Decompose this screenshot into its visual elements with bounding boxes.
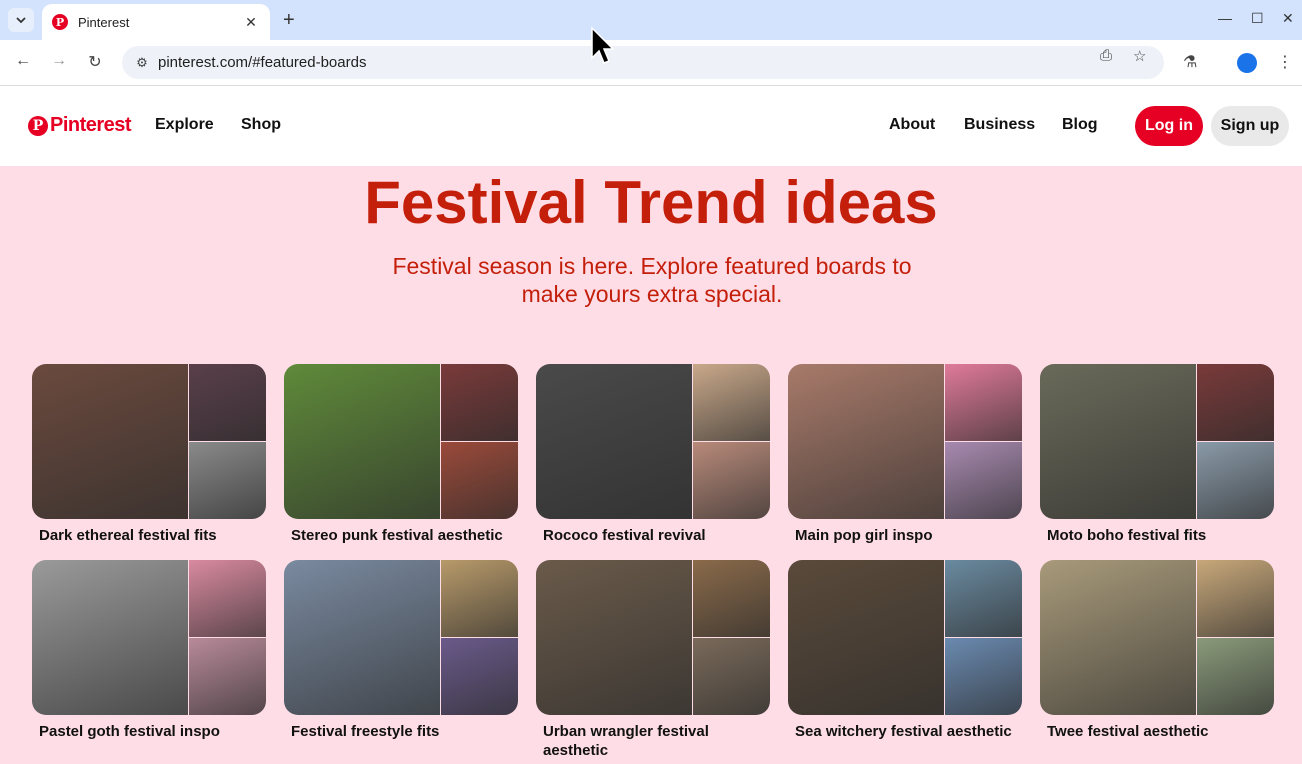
board-title[interactable]: Urban wrangler festival aesthetic bbox=[536, 722, 770, 760]
board-collage[interactable] bbox=[32, 560, 266, 715]
board-collage[interactable] bbox=[536, 560, 770, 715]
profile-avatar[interactable] bbox=[1237, 53, 1257, 73]
board-image-top bbox=[441, 364, 518, 441]
maximize-icon[interactable]: ☐ bbox=[1251, 10, 1264, 27]
browser-tab[interactable]: P Pinterest ✕ bbox=[42, 4, 270, 40]
board-image-bottom bbox=[189, 638, 266, 715]
board-card[interactable]: Pastel goth festival inspo bbox=[32, 560, 266, 741]
board-image-main bbox=[32, 364, 188, 519]
address-bar[interactable]: ⚙ pinterest.com/#featured-boards bbox=[122, 46, 1164, 79]
board-collage[interactable] bbox=[32, 364, 266, 519]
board-title[interactable]: Dark ethereal festival fits bbox=[32, 526, 266, 545]
install-app-icon[interactable]: ⎙ bbox=[1100, 47, 1112, 64]
tab-search-button[interactable] bbox=[8, 8, 34, 32]
board-card[interactable]: Twee festival aesthetic bbox=[1040, 560, 1274, 741]
browser-tab-bar: P Pinterest ✕ + — ☐ ✕ bbox=[0, 0, 1302, 40]
pinterest-logo-icon: P bbox=[28, 115, 48, 136]
reload-icon[interactable]: ↻ bbox=[84, 52, 106, 72]
nav-about[interactable]: About bbox=[889, 116, 935, 134]
pinterest-logo[interactable]: P Pinterest bbox=[28, 114, 132, 137]
board-image-main bbox=[1040, 560, 1196, 715]
login-button[interactable]: Log in bbox=[1135, 106, 1203, 146]
board-collage[interactable] bbox=[536, 364, 770, 519]
menu-kebab-icon[interactable]: ⋮ bbox=[1277, 52, 1293, 72]
back-icon[interactable]: ← bbox=[12, 52, 34, 70]
pinterest-wordmark: Pinterest bbox=[50, 114, 132, 136]
board-image-top bbox=[693, 560, 770, 637]
board-image-main bbox=[788, 364, 944, 519]
board-image-main bbox=[536, 560, 692, 715]
board-title[interactable]: Twee festival aesthetic bbox=[1040, 722, 1274, 741]
nav-shop[interactable]: Shop bbox=[241, 116, 281, 134]
board-image-bottom bbox=[189, 442, 266, 519]
board-card[interactable]: Urban wrangler festival aesthetic bbox=[536, 560, 770, 760]
board-title[interactable]: Festival freestyle fits bbox=[284, 722, 518, 741]
nav-explore[interactable]: Explore bbox=[155, 116, 214, 134]
pinterest-favicon-icon: P bbox=[52, 14, 68, 30]
site-header: P Pinterest Explore Shop About Business … bbox=[0, 86, 1302, 166]
board-collage[interactable] bbox=[1040, 560, 1274, 715]
board-title[interactable]: Main pop girl inspo bbox=[788, 526, 1022, 545]
board-title[interactable]: Moto boho festival fits bbox=[1040, 526, 1274, 545]
signup-button[interactable]: Sign up bbox=[1211, 106, 1289, 146]
board-card[interactable]: Festival freestyle fits bbox=[284, 560, 518, 741]
board-image-bottom bbox=[1197, 638, 1274, 715]
board-image-top bbox=[945, 364, 1022, 441]
window-close-icon[interactable]: ✕ bbox=[1282, 10, 1294, 27]
board-image-main bbox=[1040, 364, 1196, 519]
board-image-main bbox=[536, 364, 692, 519]
board-image-top bbox=[693, 364, 770, 441]
board-image-top bbox=[441, 560, 518, 637]
nav-blog[interactable]: Blog bbox=[1062, 116, 1098, 134]
board-title[interactable]: Rococo festival revival bbox=[536, 526, 770, 545]
bookmark-star-icon[interactable]: ☆ bbox=[1133, 47, 1146, 65]
chevron-down-icon bbox=[16, 17, 26, 24]
forward-icon[interactable]: → bbox=[48, 52, 70, 70]
board-image-main bbox=[788, 560, 944, 715]
board-card[interactable]: Moto boho festival fits bbox=[1040, 364, 1274, 545]
board-collage[interactable] bbox=[284, 364, 518, 519]
board-card[interactable]: Stereo punk festival aesthetic bbox=[284, 364, 518, 545]
board-image-bottom bbox=[1197, 442, 1274, 519]
board-image-top bbox=[1197, 364, 1274, 441]
board-image-top bbox=[1197, 560, 1274, 637]
board-image-bottom bbox=[693, 638, 770, 715]
labs-flask-icon[interactable]: ⚗ bbox=[1183, 52, 1197, 72]
close-tab-icon[interactable]: ✕ bbox=[242, 14, 260, 31]
board-image-main bbox=[284, 364, 440, 519]
nav-business[interactable]: Business bbox=[964, 116, 1035, 134]
board-collage[interactable] bbox=[788, 364, 1022, 519]
board-card[interactable]: Rococo festival revival bbox=[536, 364, 770, 545]
page-subtitle: Festival season is here. Explore feature… bbox=[392, 253, 912, 307]
board-title[interactable]: Sea witchery festival aesthetic bbox=[788, 722, 1022, 741]
page-title: Festival Trend ideas bbox=[364, 169, 938, 236]
minimize-icon[interactable]: — bbox=[1218, 10, 1232, 26]
board-image-main bbox=[284, 560, 440, 715]
featured-boards-section: Festival Trend ideas Festival season is … bbox=[0, 166, 1302, 764]
board-collage[interactable] bbox=[284, 560, 518, 715]
board-image-bottom bbox=[441, 638, 518, 715]
board-collage[interactable] bbox=[788, 560, 1022, 715]
site-info-icon[interactable]: ⚙ bbox=[132, 55, 152, 71]
new-tab-icon[interactable]: + bbox=[283, 8, 295, 32]
board-image-top bbox=[945, 560, 1022, 637]
board-image-top bbox=[189, 364, 266, 441]
board-card[interactable]: Sea witchery festival aesthetic bbox=[788, 560, 1022, 741]
board-image-top bbox=[189, 560, 266, 637]
board-image-main bbox=[32, 560, 188, 715]
board-title[interactable]: Pastel goth festival inspo bbox=[32, 722, 266, 741]
board-image-bottom bbox=[693, 442, 770, 519]
board-card[interactable]: Dark ethereal festival fits bbox=[32, 364, 266, 545]
tab-title: Pinterest bbox=[78, 14, 130, 30]
board-collage[interactable] bbox=[1040, 364, 1274, 519]
board-image-bottom bbox=[945, 638, 1022, 715]
mouse-cursor-icon bbox=[591, 26, 614, 64]
board-image-bottom bbox=[945, 442, 1022, 519]
board-title[interactable]: Stereo punk festival aesthetic bbox=[284, 526, 518, 545]
browser-toolbar: ← → ↻ ⚙ pinterest.com/#featured-boards ⎙… bbox=[0, 40, 1302, 86]
board-image-bottom bbox=[441, 442, 518, 519]
board-card[interactable]: Main pop girl inspo bbox=[788, 364, 1022, 545]
url-text[interactable]: pinterest.com/#featured-boards bbox=[158, 54, 1164, 71]
